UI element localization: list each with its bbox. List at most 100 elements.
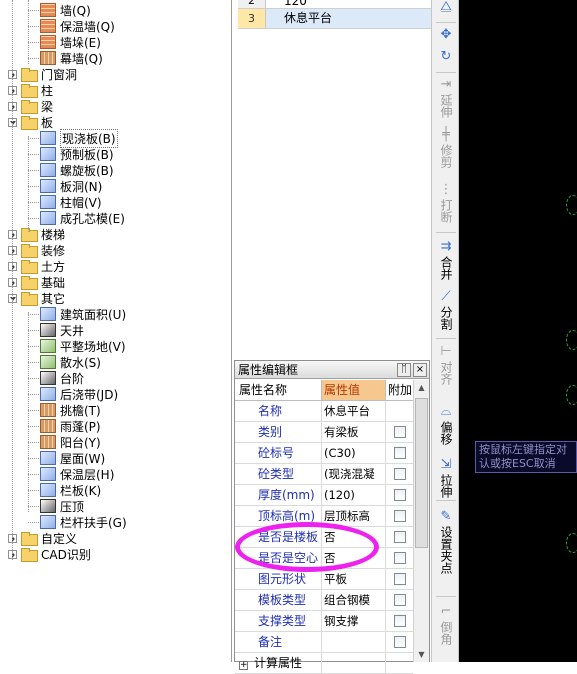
property-row[interactable]: + 计算属性: [235, 653, 413, 674]
tree-item-insulation-wall[interactable]: 保温墙(Q): [40, 18, 115, 34]
tree-item-eave[interactable]: 挑檐(T): [40, 402, 101, 418]
property-row[interactable]: 备注: [235, 632, 413, 653]
tree-folder-5[interactable]: 柱: [8, 82, 53, 98]
scroll-thumb[interactable]: [415, 398, 428, 548]
tree-item-building-area[interactable]: 建筑面积(U): [40, 306, 126, 322]
property-row[interactable]: 是否是楼板否: [235, 527, 413, 548]
tree-item-parapet[interactable]: 栏板(K): [40, 482, 101, 498]
property-row[interactable]: 类别 有梁板: [235, 422, 413, 443]
expand-icon[interactable]: +: [239, 661, 248, 670]
tree-item-precast-slab[interactable]: 预制板(B): [40, 146, 114, 162]
tree-folder-34[interactable]: CAD识别: [8, 546, 91, 562]
extra-checkbox[interactable]: [393, 489, 406, 501]
set-grip-button[interactable]: ✎ 设置夹点: [435, 510, 457, 575]
header-extra[interactable]: 附加: [386, 380, 413, 400]
property-value[interactable]: 组合钢模: [322, 590, 386, 610]
property-row[interactable]: 顶标高(m) 层顶标高: [235, 506, 413, 527]
property-row[interactable]: 模板类型 组合钢模: [235, 590, 413, 611]
extra-checkbox[interactable]: [393, 510, 406, 522]
extra-checkbox[interactable]: [393, 594, 406, 606]
trim-button[interactable]: ╪ 修剪: [435, 128, 457, 169]
property-row[interactable]: 图元形状 平板: [235, 569, 413, 590]
tree-item-curtain-wall[interactable]: 幕墙(Q): [40, 50, 103, 66]
tree-item-site-leveling[interactable]: 平整场地(V): [40, 338, 126, 354]
tree-folder-7[interactable]: 板: [8, 114, 53, 130]
property-row[interactable]: 是否是空心否: [235, 548, 413, 569]
extra-checkbox[interactable]: [393, 531, 406, 543]
tree-folder-6[interactable]: 梁: [8, 98, 53, 114]
tree-folder-17[interactable]: 基础: [8, 274, 65, 290]
property-row[interactable]: 砼类型 (现浇混凝: [235, 464, 413, 485]
property-value[interactable]: [322, 632, 386, 652]
header-name[interactable]: 属性名称: [235, 380, 322, 400]
move-button[interactable]: ✥: [435, 28, 457, 44]
property-scrollbar[interactable]: ▲ ▼: [413, 380, 429, 662]
property-value[interactable]: 否: [322, 548, 386, 568]
property-value[interactable]: (120): [322, 485, 386, 505]
extra-checkbox[interactable]: [393, 636, 406, 648]
property-row[interactable]: 厚度(mm) (120): [235, 485, 413, 506]
tree-folder-4[interactable]: 门窗洞: [8, 66, 77, 82]
break-button[interactable]: ⋮ 打断: [435, 183, 457, 224]
tree-item-coping[interactable]: 压顶: [40, 498, 84, 514]
tree-item-column-cap[interactable]: 柱帽(V): [40, 194, 102, 210]
extra-checkbox[interactable]: [393, 426, 406, 438]
tree-item-roof[interactable]: 屋面(W): [40, 450, 105, 466]
mirror-button[interactable]: ⧋: [435, 0, 457, 16]
merge-button[interactable]: ⇉ 合并: [435, 240, 457, 281]
list-row[interactable]: 2 120: [238, 0, 460, 9]
property-row[interactable]: 砼标号 (C30): [235, 443, 413, 464]
offset-button[interactable]: ⌓ 偏移: [435, 405, 457, 446]
tree-item-slab-hole[interactable]: 板洞(N): [40, 178, 102, 194]
toolbar-button-label: 修剪: [439, 144, 453, 168]
scroll-down-icon[interactable]: ▼: [414, 647, 429, 662]
extra-checkbox[interactable]: [393, 573, 406, 585]
tree-item-wall-pier[interactable]: 墙垛(E): [40, 34, 101, 50]
property-value[interactable]: (C30): [322, 443, 386, 463]
extra-checkbox[interactable]: [393, 468, 406, 480]
tree-item-steps[interactable]: 台阶: [40, 370, 84, 386]
property-value[interactable]: 有梁板: [322, 422, 386, 442]
split-button[interactable]: ⟋ 分割: [435, 290, 457, 331]
tree-item-spiral-slab[interactable]: 螺旋板(B): [40, 162, 114, 178]
property-value[interactable]: 平板: [322, 569, 386, 589]
drawing-canvas[interactable]: [459, 0, 577, 662]
tree-item-insulation-layer[interactable]: 保温层(H): [40, 466, 114, 482]
property-value[interactable]: 层顶标高: [322, 506, 386, 526]
property-row[interactable]: 支撑类型 钢支撑: [235, 611, 413, 632]
close-icon[interactable]: ×: [413, 362, 427, 377]
tree-item-balcony[interactable]: 阳台(Y): [40, 434, 101, 450]
extra-checkbox[interactable]: [393, 447, 406, 459]
chamfer-button[interactable]: ⌐ 倒角: [435, 605, 457, 646]
property-value[interactable]: 钢支撑: [322, 611, 386, 631]
tree-folder-16[interactable]: 土方: [8, 258, 65, 274]
extra-checkbox[interactable]: [393, 615, 406, 627]
property-row[interactable]: 名称 休息平台: [235, 401, 413, 422]
tree-item-apron[interactable]: 散水(S): [40, 354, 101, 370]
rotate-button[interactable]: ↻: [435, 50, 457, 66]
tree-folder-18[interactable]: 其它: [8, 290, 65, 306]
align-button[interactable]: ⊢ 对齐: [435, 345, 457, 386]
property-value[interactable]: (现浇混凝: [322, 464, 386, 484]
stretch-button[interactable]: ⇲ 拉伸: [435, 458, 457, 499]
tree-item-cast-slab[interactable]: 现浇板(B): [40, 128, 118, 148]
property-value[interactable]: 否: [322, 527, 386, 547]
tree-item-canopy[interactable]: 雨蓬(P): [40, 418, 101, 434]
tree-item-hole-core-mold[interactable]: 成孔芯模(E): [40, 210, 125, 226]
list-row-selected[interactable]: 3 休息平台: [238, 9, 460, 29]
tree-item-patio[interactable]: 天井: [40, 322, 84, 338]
extend-button[interactable]: ⇥ 延伸: [435, 78, 457, 119]
header-value[interactable]: 属性值: [322, 380, 386, 400]
pin-icon[interactable]: ᛖ: [397, 362, 411, 377]
property-value[interactable]: 休息平台: [322, 401, 386, 421]
tree-folder-33[interactable]: 自定义: [8, 530, 77, 546]
scroll-up-icon[interactable]: ▲: [414, 380, 429, 395]
tree-folder-14[interactable]: 楼梯: [8, 226, 65, 242]
tree-item-label: 柱: [41, 83, 54, 98]
tree-item-railing[interactable]: 栏杆扶手(G): [40, 514, 127, 530]
property-value[interactable]: [322, 653, 386, 673]
tree-item-post-cast-strip[interactable]: 后浇带(JD): [40, 386, 118, 402]
extra-checkbox[interactable]: [393, 552, 406, 564]
tree-folder-15[interactable]: 装修: [8, 242, 65, 258]
tree-item-wall[interactable]: 墙(Q): [40, 2, 91, 18]
